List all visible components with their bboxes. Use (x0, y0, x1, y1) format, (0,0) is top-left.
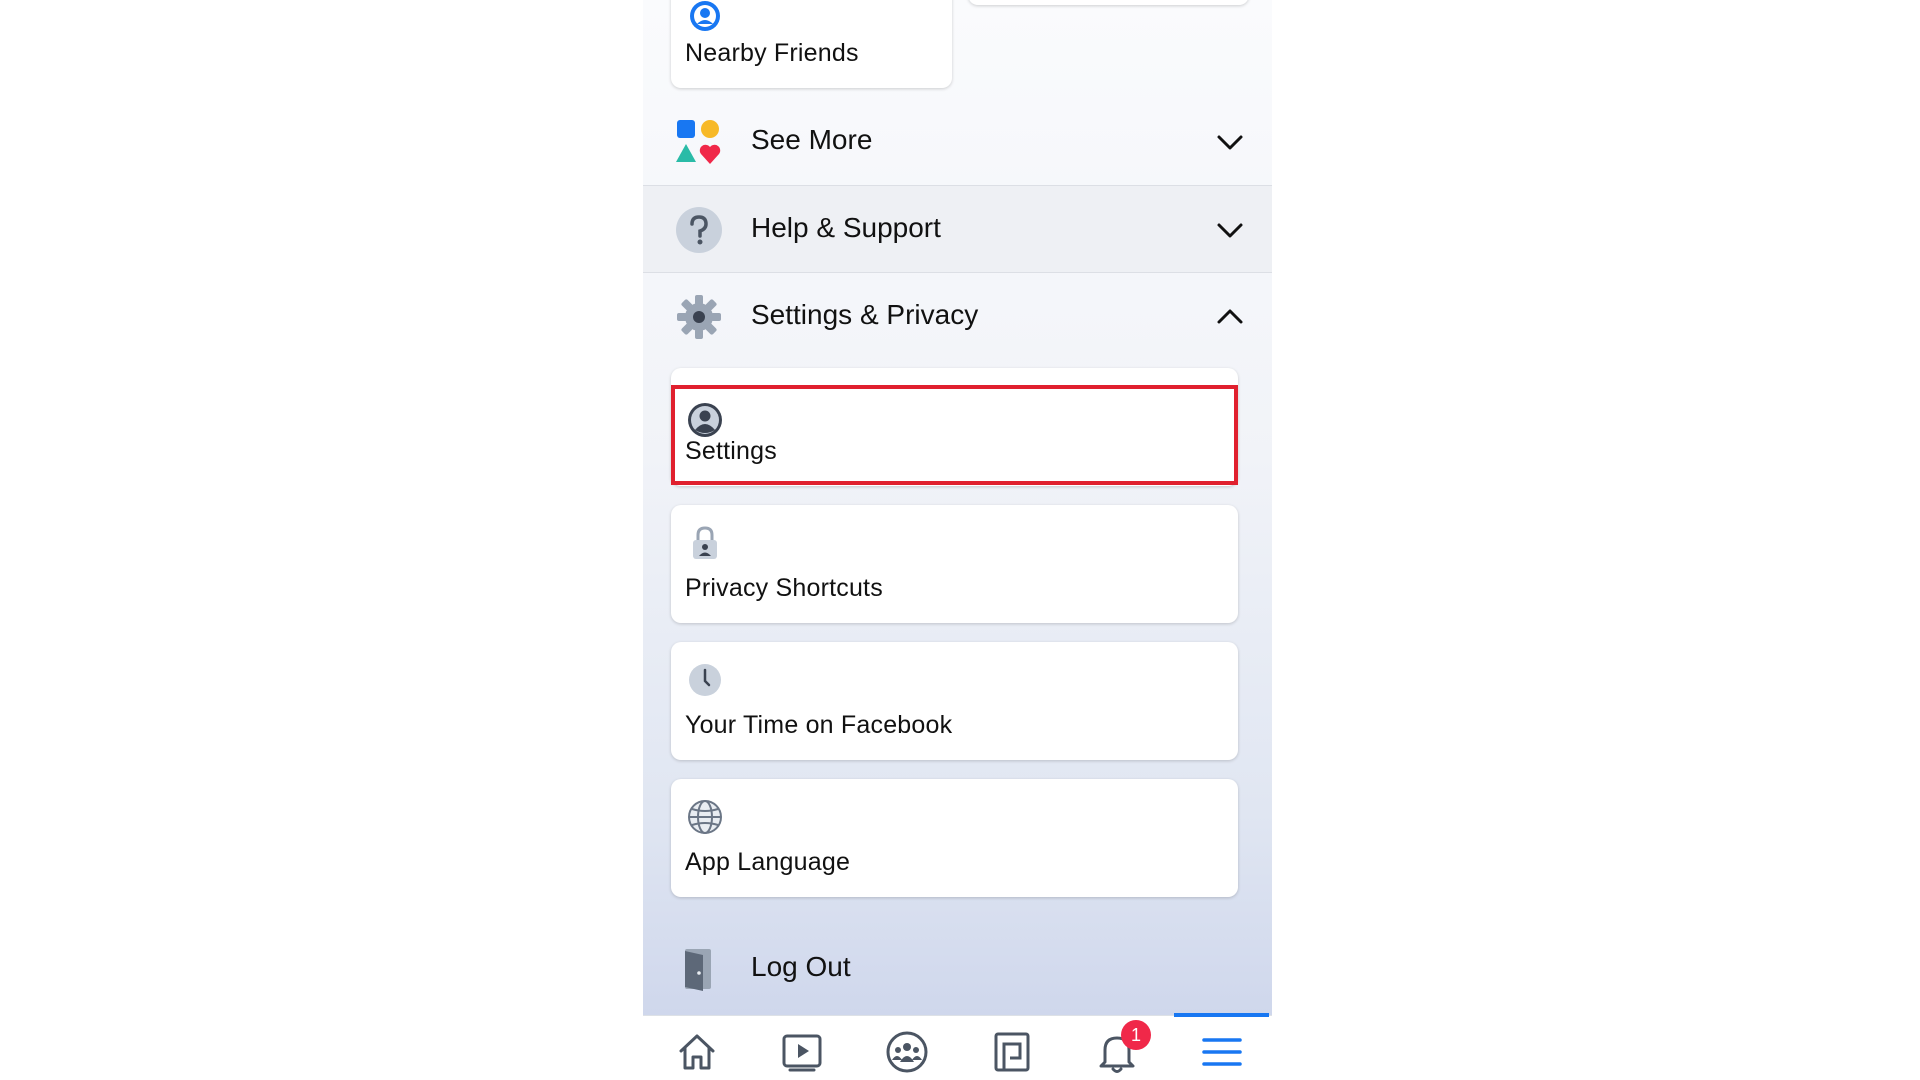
groups-icon[interactable] (885, 1030, 929, 1074)
active-tab-indicator (1174, 1013, 1269, 1017)
nearby-friends-icon (690, 1, 720, 31)
settings-label: Settings (685, 437, 777, 465)
bottom-tab-bar (643, 1015, 1272, 1080)
question-icon (676, 207, 722, 253)
nearby-friends-card[interactable]: Nearby Friends (671, 0, 952, 88)
logout-label: Log Out (751, 951, 851, 982)
shapes-icon (676, 120, 721, 164)
logout-row[interactable]: Log Out (643, 925, 1272, 1011)
section-settings-privacy[interactable]: Settings & Privacy (643, 273, 1272, 359)
top-right-card[interactable] (968, 0, 1249, 5)
gear-icon (677, 295, 721, 339)
lock-icon (693, 526, 717, 559)
door-icon (685, 949, 711, 991)
menu-icon[interactable] (1200, 1030, 1244, 1074)
nearby-friends-label: Nearby Friends (685, 39, 859, 67)
see-more-title: See More (751, 124, 873, 155)
phone-screen: Nearby Friends See More Help & Support S… (643, 0, 1272, 1080)
privacy-shortcuts-item[interactable]: Privacy Shortcuts (671, 505, 1238, 623)
chevron-down-icon[interactable] (1216, 216, 1244, 244)
chevron-down-icon[interactable] (1216, 128, 1244, 156)
chevron-up-icon[interactable] (1216, 303, 1244, 331)
settings-privacy-title: Settings & Privacy (751, 299, 979, 330)
notification-badge: 1 (1121, 1020, 1151, 1050)
help-support-title: Help & Support (751, 212, 941, 243)
your-time-label: Your Time on Facebook (685, 711, 953, 739)
privacy-shortcuts-label: Privacy Shortcuts (685, 574, 883, 602)
app-language-item[interactable]: App Language (671, 779, 1238, 897)
section-help-support[interactable]: Help & Support (643, 186, 1272, 272)
pages-icon[interactable] (990, 1030, 1034, 1074)
globe-icon (688, 800, 722, 834)
profile-icon (688, 403, 722, 437)
section-see-more[interactable]: See More (643, 98, 1272, 184)
watch-icon[interactable] (780, 1030, 824, 1074)
app-language-label: App Language (685, 848, 851, 876)
home-icon[interactable] (675, 1030, 719, 1074)
clock-icon (689, 664, 721, 696)
your-time-item[interactable]: Your Time on Facebook (671, 642, 1238, 760)
settings-item[interactable]: Settings (671, 368, 1238, 486)
